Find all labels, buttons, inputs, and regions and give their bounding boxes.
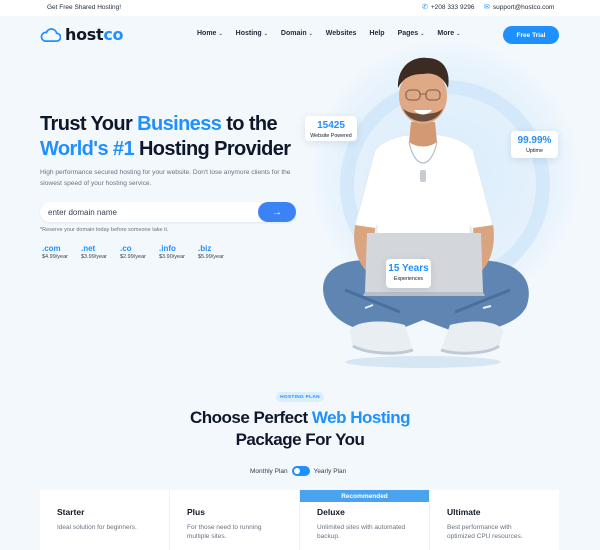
nav-item-more[interactable]: More ⌄	[437, 30, 460, 37]
nav-item-domain[interactable]: Domain ⌄	[281, 30, 313, 37]
tld-item[interactable]: .info $3.90/year	[159, 244, 198, 260]
tld-price: $3.99/year	[81, 254, 107, 260]
plan-card-ultimate[interactable]: Ultimate Best performance with optimized…	[430, 490, 559, 550]
top-bar: Get Free Shared Hosting! ✆ +208 333 9296…	[0, 0, 600, 16]
plan-description: Unlimited sites with automated backup.	[317, 524, 406, 540]
tld-price-list: .com $4.99/year .net $3.99/year .co $2.9…	[42, 244, 237, 260]
nav-item-home[interactable]: Home ⌄	[197, 30, 223, 37]
plans-title: Choose Perfect Web Hosting Package For Y…	[189, 408, 411, 449]
phone-contact[interactable]: ✆ +208 333 9296	[422, 3, 475, 12]
logo-text: hostco	[65, 25, 124, 44]
arrow-right-icon: →	[272, 206, 282, 218]
experience-card: 15 Years Experiences	[386, 259, 431, 288]
reserve-note: *Reserve your domain today before someon…	[40, 227, 169, 233]
experience-value: 15 Years	[388, 263, 429, 274]
plan-name: Deluxe	[317, 507, 345, 517]
uptime-label: Uptime	[526, 148, 543, 154]
tld-extension: .info	[159, 244, 176, 253]
tld-extension: .net	[81, 244, 96, 253]
plan-name: Plus	[187, 507, 205, 517]
email-address[interactable]: support@hostco.com	[493, 4, 555, 11]
tld-extension: .co	[120, 244, 132, 253]
phone-number[interactable]: +208 333 9296	[431, 4, 475, 11]
domain-search-button[interactable]: →	[258, 202, 296, 222]
hosting-plan-badge: HOSTING PLAN	[276, 392, 324, 402]
nav-item-pages[interactable]: Pages ⌄	[398, 30, 425, 37]
nav-menu: Home ⌄ Hosting ⌄ Domain ⌄ Websites Help Pag…	[197, 30, 473, 37]
logo[interactable]: hostco	[40, 25, 124, 44]
websites-powered-value: 15425	[317, 120, 345, 131]
plan-name: Starter	[57, 507, 85, 517]
hero-person-image	[323, 57, 529, 368]
domain-search-input[interactable]	[48, 205, 248, 219]
plan-card-plus[interactable]: Plus For those need to running multiple …	[170, 490, 300, 550]
hero-subtitle: High performance secured hosting for you…	[40, 169, 291, 187]
email-contact[interactable]: ✉ support@hostco.com	[484, 3, 555, 12]
billing-switch[interactable]	[291, 466, 310, 476]
promo-text[interactable]: Get Free Shared Hosting!	[47, 4, 121, 11]
plan-description: Best performance with optimized CPU reso…	[447, 524, 523, 540]
nav-item-hosting[interactable]: Hosting ⌄	[236, 30, 268, 37]
experience-label: Experiences	[393, 276, 424, 282]
phone-icon: ✆	[422, 4, 428, 11]
plan-name: Ultimate	[447, 507, 481, 517]
domain-search-bar: →	[40, 202, 296, 222]
websites-powered-label: Website Powered	[310, 133, 352, 139]
tld-item[interactable]: .com $4.99/year	[42, 244, 81, 260]
websites-powered-card: 15425 Website Powered	[305, 116, 357, 141]
nav-item-help[interactable]: Help	[369, 30, 384, 37]
tld-item[interactable]: .co $2.99/year	[120, 244, 159, 260]
tld-extension: .biz	[198, 244, 212, 253]
yearly-plan-label[interactable]: Yearly Plan	[314, 468, 347, 475]
plan-description: For those need to running multiple sites…	[187, 524, 262, 540]
uptime-card: 99.99% Uptime	[511, 131, 558, 158]
recommended-badge: Recommended	[300, 490, 429, 502]
cloud-icon	[40, 27, 61, 42]
mail-icon: ✉	[484, 4, 490, 11]
monthly-plan-label[interactable]: Monthly Plan	[250, 468, 288, 475]
chevron-down-icon: ⌄	[218, 30, 223, 37]
tld-item[interactable]: .net $3.99/year	[81, 244, 120, 260]
tld-price: $5.99/year	[198, 254, 224, 260]
nav-item-websites[interactable]: Websites	[326, 30, 357, 37]
tld-price: $3.90/year	[159, 254, 185, 260]
plan-card-starter[interactable]: Starter Ideal solution for beginners.	[40, 490, 170, 550]
plan-description: Ideal solution for beginners.	[57, 524, 137, 531]
tld-price: $2.99/year	[120, 254, 146, 260]
uptime-value: 99.99%	[517, 135, 552, 146]
chevron-down-icon: ⌄	[420, 30, 425, 37]
chevron-down-icon: ⌄	[263, 30, 268, 37]
hero-title: Trust Your Business to the World's #1 Ho…	[40, 113, 291, 160]
tld-extension: .com	[42, 244, 61, 253]
free-trial-button[interactable]: Free Trial	[503, 26, 559, 44]
billing-toggle: Monthly Plan Yearly Plan	[250, 466, 346, 476]
chevron-down-icon: ⌄	[308, 30, 313, 37]
tld-item[interactable]: .biz $5.99/year	[198, 244, 237, 260]
tld-price: $4.99/year	[42, 254, 68, 260]
chevron-down-icon: ⌄	[456, 30, 461, 37]
